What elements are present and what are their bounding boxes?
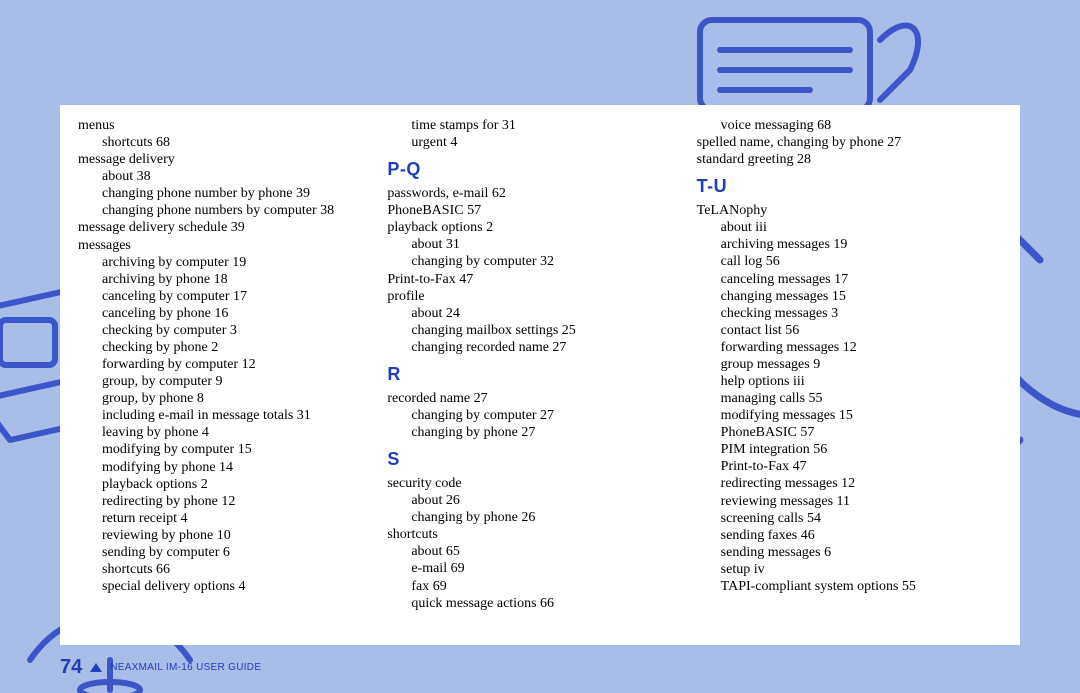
index-entry: contact list 56 [697, 322, 1002, 339]
index-entry: redirecting by phone 12 [78, 493, 383, 510]
index-entry: modifying by phone 14 [78, 459, 383, 476]
index-entry: leaving by phone 4 [78, 424, 383, 441]
index-entry: reviewing messages 11 [697, 493, 1002, 510]
index-entry: help options iii [697, 373, 1002, 390]
index-entry: PhoneBASIC 57 [387, 202, 692, 219]
index-entry: Print-to-Fax 47 [387, 271, 692, 288]
index-entry: menus [78, 117, 383, 134]
index-page: menusshortcuts 68message deliveryabout 3… [60, 105, 1020, 645]
section-heading-pq: P-Q [387, 159, 692, 181]
index-column-2: time stamps for 31urgent 4 P-Q passwords… [387, 117, 692, 612]
index-entry: setup iv [697, 561, 1002, 578]
index-entry: canceling by phone 16 [78, 305, 383, 322]
index-entry: group, by computer 9 [78, 373, 383, 390]
index-entry: group messages 9 [697, 356, 1002, 373]
index-column-3: voice messaging 68spelled name, changing… [697, 117, 1002, 612]
index-entry: fax 69 [387, 578, 692, 595]
index-entry: call log 56 [697, 253, 1002, 270]
triangle-icon [90, 663, 102, 672]
index-entry: security code [387, 475, 692, 492]
index-entry: changing recorded name 27 [387, 339, 692, 356]
index-entry: archiving by computer 19 [78, 254, 383, 271]
index-entry: passwords, e-mail 62 [387, 185, 692, 202]
index-entry: recorded name 27 [387, 390, 692, 407]
index-entry: archiving messages 19 [697, 236, 1002, 253]
index-entry: quick message actions 66 [387, 595, 692, 612]
index-entry: message delivery [78, 151, 383, 168]
index-entry: modifying by computer 15 [78, 441, 383, 458]
index-entry: urgent 4 [387, 134, 692, 151]
index-entry: special delivery options 4 [78, 578, 383, 595]
index-entry: changing phone number by phone 39 [78, 185, 383, 202]
index-entry: group, by phone 8 [78, 390, 383, 407]
index-entry: about 24 [387, 305, 692, 322]
index-entry: TAPI-compliant system options 55 [697, 578, 1002, 595]
index-columns: menusshortcuts 68message deliveryabout 3… [78, 117, 1002, 612]
index-entry: shortcuts 66 [78, 561, 383, 578]
index-entry: Print-to-Fax 47 [697, 458, 1002, 475]
index-entry: changing by computer 32 [387, 253, 692, 270]
index-entry: standard greeting 28 [697, 151, 1002, 168]
page-footer: 74 NEAXMAIL IM-16 USER GUIDE [0, 656, 1080, 679]
index-entry: sending by computer 6 [78, 544, 383, 561]
index-entry: including e-mail in message totals 31 [78, 407, 383, 424]
index-entry: checking by computer 3 [78, 322, 383, 339]
index-entry: playback options 2 [387, 219, 692, 236]
index-entry: shortcuts 68 [78, 134, 383, 151]
index-entry: sending messages 6 [697, 544, 1002, 561]
index-entry: changing messages 15 [697, 288, 1002, 305]
index-entry: about 38 [78, 168, 383, 185]
index-entry: shortcuts [387, 526, 692, 543]
index-entry: profile [387, 288, 692, 305]
index-entry: TeLANophy [697, 202, 1002, 219]
index-entry: about iii [697, 219, 1002, 236]
index-entry: changing by phone 26 [387, 509, 692, 526]
index-entry: checking by phone 2 [78, 339, 383, 356]
index-entry: modifying messages 15 [697, 407, 1002, 424]
index-entry: about 65 [387, 543, 692, 560]
index-entry: managing calls 55 [697, 390, 1002, 407]
index-entry: forwarding messages 12 [697, 339, 1002, 356]
index-entry: checking messages 3 [697, 305, 1002, 322]
index-entry: time stamps for 31 [387, 117, 692, 134]
index-entry: forwarding by computer 12 [78, 356, 383, 373]
index-entry: voice messaging 68 [697, 117, 1002, 134]
index-entry: changing phone numbers by computer 38 [78, 202, 383, 219]
index-entry: PhoneBASIC 57 [697, 424, 1002, 441]
index-entry: canceling messages 17 [697, 271, 1002, 288]
index-entry: changing by phone 27 [387, 424, 692, 441]
index-entry: about 31 [387, 236, 692, 253]
index-entry: spelled name, changing by phone 27 [697, 134, 1002, 151]
index-entry: archiving by phone 18 [78, 271, 383, 288]
index-entry: e-mail 69 [387, 560, 692, 577]
index-column-1: menusshortcuts 68message deliveryabout 3… [78, 117, 383, 612]
section-heading-tu: T-U [697, 176, 1002, 198]
index-entry: reviewing by phone 10 [78, 527, 383, 544]
guide-title: NEAXMAIL IM-16 USER GUIDE [110, 662, 261, 673]
index-entry: changing by computer 27 [387, 407, 692, 424]
index-entry: sending faxes 46 [697, 527, 1002, 544]
index-entry: canceling by computer 17 [78, 288, 383, 305]
index-entry: about 26 [387, 492, 692, 509]
page-number: 74 [60, 656, 82, 679]
index-entry: changing mailbox settings 25 [387, 322, 692, 339]
index-entry: playback options 2 [78, 476, 383, 493]
index-entry: screening calls 54 [697, 510, 1002, 527]
section-heading-r: R [387, 364, 692, 386]
index-entry: return receipt 4 [78, 510, 383, 527]
index-entry: message delivery schedule 39 [78, 219, 383, 236]
section-heading-s: S [387, 449, 692, 471]
index-entry: redirecting messages 12 [697, 475, 1002, 492]
index-entry: PIM integration 56 [697, 441, 1002, 458]
index-entry: messages [78, 237, 383, 254]
